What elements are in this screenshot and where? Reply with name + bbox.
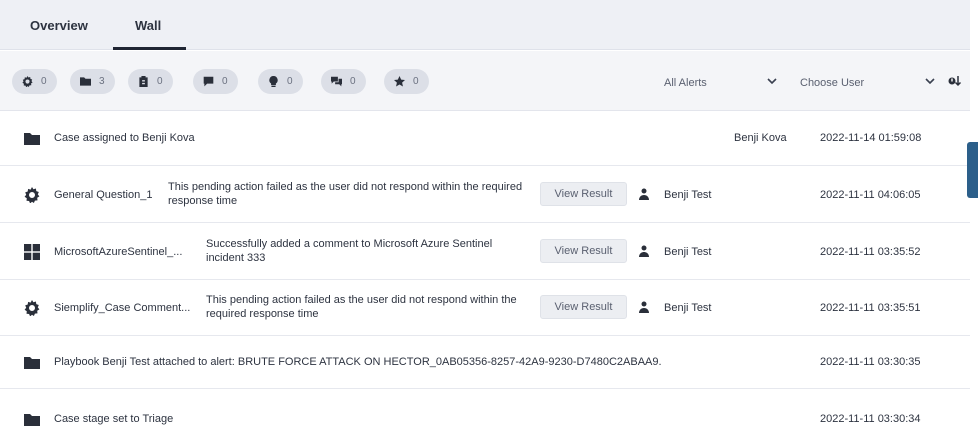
chip-count: 0 [157, 76, 163, 87]
wall-row: Siemplify_Case Comment... This pending a… [0, 281, 970, 336]
wall-row: Case stage set to Triage 2022-11-11 03:3… [0, 390, 970, 427]
tab-wall[interactable]: Wall [135, 18, 161, 33]
wall-row: Case assigned to Benji Kova Benji Kova 2… [0, 112, 970, 166]
wall-row: MicrosoftAzureSentinel_... Successfully … [0, 224, 970, 280]
folder-icon [24, 355, 40, 371]
tab-overview[interactable]: Overview [30, 18, 88, 33]
filter-chip-favorites[interactable]: 0 [384, 69, 429, 94]
row-date: 2022-11-11 04:06:05 [820, 189, 921, 201]
folder-icon [24, 412, 40, 427]
alerts-select[interactable]: All Alerts [664, 77, 707, 89]
row-title: Case assigned to Benji Kova [54, 132, 195, 144]
row-user: Benji Kova [734, 132, 787, 144]
row-title: General Question_1 [54, 189, 153, 201]
tab-bar: Overview Wall [0, 0, 970, 50]
folder-icon [80, 77, 91, 86]
row-title: Playbook Benji Test attached to alert: B… [54, 356, 662, 368]
chip-count: 0 [287, 76, 293, 87]
wall-filter-bar: 0 3 0 0 0 0 0 All Alerts Choose User [0, 51, 970, 111]
star-icon [394, 76, 405, 87]
chip-count: 0 [350, 76, 356, 87]
view-result-button[interactable]: View Result [540, 295, 627, 319]
view-result-button[interactable]: View Result [540, 182, 627, 206]
side-panel-toggle[interactable] [967, 142, 978, 198]
chevron-down-icon[interactable] [924, 75, 936, 90]
user-icon [638, 245, 650, 257]
chip-count: 0 [413, 76, 419, 87]
row-user: Benji Test [664, 246, 712, 258]
sort-icon[interactable] [948, 75, 962, 90]
view-result-button[interactable]: View Result [540, 239, 627, 263]
row-date: 2022-11-11 03:30:34 [820, 413, 921, 425]
gear-icon [22, 76, 33, 87]
lightbulb-icon [269, 76, 278, 87]
wall-row: General Question_1 This pending action f… [0, 167, 970, 223]
comment-icon [203, 76, 214, 87]
filter-chip-case-events[interactable]: 3 [70, 69, 115, 94]
row-date: 2022-11-11 03:35:51 [820, 302, 921, 314]
row-date: 2022-11-14 01:59:08 [820, 132, 922, 144]
row-date: 2022-11-11 03:35:52 [820, 246, 921, 258]
row-date: 2022-11-11 03:30:35 [820, 356, 921, 368]
folder-icon [24, 131, 40, 147]
chip-count: 0 [41, 76, 47, 87]
user-select[interactable]: Choose User [800, 77, 864, 89]
chat-bubbles-icon [331, 76, 342, 87]
chip-count: 3 [99, 76, 105, 87]
row-description: Successfully added a comment to Microsof… [206, 238, 493, 264]
filter-chip-actions[interactable]: 0 [12, 69, 57, 94]
filter-chip-insights[interactable]: 0 [258, 69, 303, 94]
clipboard-icon [139, 76, 148, 87]
row-title: Case stage set to Triage [54, 413, 174, 425]
wall-row: Playbook Benji Test attached to alert: B… [0, 337, 970, 389]
filter-chip-comments[interactable]: 0 [193, 69, 238, 94]
gear-icon [24, 187, 40, 204]
chevron-down-icon[interactable] [766, 75, 778, 90]
row-user: Benji Test [664, 189, 712, 201]
row-title: Siemplify_Case Comment... [54, 302, 191, 314]
row-description: This pending action failed as the user d… [168, 181, 523, 207]
row-description: This pending action failed as the user d… [206, 294, 517, 320]
row-title: MicrosoftAzureSentinel_... [54, 246, 183, 258]
filter-chip-tasks[interactable]: 0 [128, 69, 173, 94]
filter-chip-conversations[interactable]: 0 [321, 69, 366, 94]
windows-icon [24, 244, 40, 260]
user-icon [638, 301, 650, 313]
active-tab-indicator [113, 47, 186, 50]
row-user: Benji Test [664, 302, 712, 314]
chip-count: 0 [222, 76, 228, 87]
gear-icon [24, 300, 40, 317]
user-icon [638, 188, 650, 200]
